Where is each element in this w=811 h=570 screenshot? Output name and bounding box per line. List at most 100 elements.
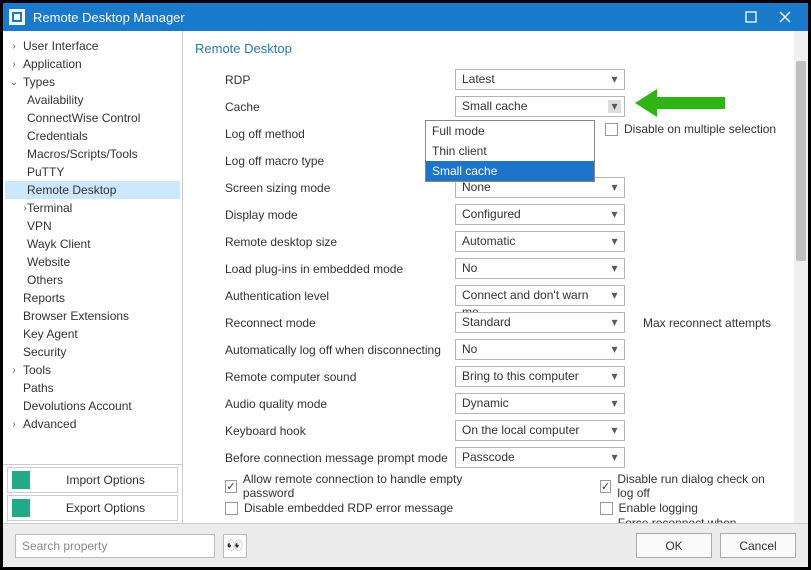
- combo-value: Automatic: [462, 234, 515, 248]
- chevron-down-icon: ▾: [608, 73, 621, 86]
- tree-label: Advanced: [21, 417, 76, 431]
- combo-auth-level[interactable]: Connect and don't warn me▾: [455, 285, 625, 306]
- row-rd-size: Remote desktop sizeAutomatic▾: [225, 228, 782, 255]
- tree-item-key-agent[interactable]: Key Agent: [5, 325, 180, 343]
- tree-item-types[interactable]: ⌄Types: [5, 73, 180, 91]
- combo-plugins[interactable]: No▾: [455, 258, 625, 279]
- combo-cache[interactable]: Small cache ▾: [455, 96, 625, 117]
- label: Keyboard hook: [225, 424, 455, 438]
- tree-label: Macros/Scripts/Tools: [25, 147, 138, 161]
- tree-item-devolutions-account[interactable]: Devolutions Account: [5, 397, 180, 415]
- sidebar: ›User Interface›Application⌄Types Availab…: [3, 31, 183, 523]
- checkbox-label: Disable run dialog check on log off: [617, 472, 782, 500]
- label: Remote desktop size: [225, 235, 455, 249]
- cancel-button[interactable]: Cancel: [720, 533, 796, 558]
- dropdown-option[interactable]: Small cache: [426, 161, 594, 181]
- combo-value: Standard: [462, 315, 511, 329]
- export-label: Export Options: [34, 501, 177, 515]
- checkbox-disable-multiple[interactable]: Disable on multiple selection: [605, 118, 776, 140]
- checkbox-use-smart-reconnect-in-full-screen[interactable]: Use smart reconnect in full screen: [225, 519, 490, 523]
- tree-label: Remote Desktop: [25, 183, 116, 197]
- row-sound: Remote computer soundBring to this compu…: [225, 363, 782, 390]
- combo-auto-logoff[interactable]: No▾: [455, 339, 625, 360]
- highlight-arrow: [635, 89, 725, 117]
- scrollbar-thumb[interactable]: [796, 61, 806, 261]
- dropdown-option[interactable]: Full mode: [426, 121, 594, 141]
- tree-item-terminal[interactable]: ›Terminal: [5, 199, 180, 217]
- label: Display mode: [225, 208, 455, 222]
- combo-rd-size[interactable]: Automatic▾: [455, 231, 625, 252]
- chevron-down-icon: ▾: [608, 343, 621, 356]
- tree-twisty: ⌄: [7, 77, 21, 88]
- label: Automatically log off when disconnecting: [225, 343, 455, 357]
- checkbox-disable-embedded-rdp-error-message[interactable]: Disable embedded RDP error message: [225, 497, 490, 519]
- tree-item-others[interactable]: Others: [5, 271, 180, 289]
- tree-item-remote-desktop[interactable]: Remote Desktop: [5, 181, 180, 199]
- tree-label: PuTTY: [25, 165, 64, 179]
- combo-audio-quality[interactable]: Dynamic▾: [455, 393, 625, 414]
- checkbox-label: Force reconnect when undocking: [618, 516, 782, 523]
- combo-value: Dynamic: [462, 396, 509, 410]
- cache-dropdown[interactable]: Full modeThin clientSmall cache: [425, 120, 595, 182]
- combo-reconnect[interactable]: Standard▾: [455, 312, 625, 333]
- row-before-msg: Before connection message prompt modePas…: [225, 444, 782, 471]
- checkbox-allow-remote-connection-to-handle-empty-[interactable]: ✓Allow remote connection to handle empty…: [225, 475, 490, 497]
- label: Reconnect mode: [225, 316, 455, 330]
- tree-label: VPN: [25, 219, 52, 233]
- tree-item-security[interactable]: Security: [5, 343, 180, 361]
- tree-twisty: ›: [7, 41, 21, 52]
- checkbox-grid: ✓Allow remote connection to handle empty…: [225, 475, 782, 523]
- tree-item-paths[interactable]: Paths: [5, 379, 180, 397]
- checkbox-disable-run-dialog-check-on-log-off[interactable]: ✓Disable run dialog check on log off: [600, 475, 782, 497]
- tree-item-macros-scripts-tools[interactable]: Macros/Scripts/Tools: [5, 145, 180, 163]
- tree-item-browser-extensions[interactable]: Browser Extensions: [5, 307, 180, 325]
- checkbox-label: Disable embedded RDP error message: [244, 501, 453, 515]
- search-placeholder: Search property: [22, 539, 107, 553]
- tree-item-user-interface[interactable]: ›User Interface: [5, 37, 180, 55]
- tree-label: Browser Extensions: [21, 309, 129, 323]
- tree-item-availability[interactable]: Availability: [5, 91, 180, 109]
- titlebar: Remote Desktop Manager: [3, 3, 808, 31]
- maximize-button[interactable]: [734, 3, 768, 31]
- tree-item-wayk-client[interactable]: Wayk Client: [5, 235, 180, 253]
- tree-item-tools[interactable]: ›Tools: [5, 361, 180, 379]
- tree-item-website[interactable]: Website: [5, 253, 180, 271]
- combo-kb-hook[interactable]: On the local computer▾: [455, 420, 625, 441]
- row-reconnect: Reconnect modeStandard▾Max reconnect att…: [225, 309, 782, 336]
- search-button[interactable]: 👀: [223, 534, 247, 558]
- app-icon: [9, 9, 25, 25]
- tree-item-application[interactable]: ›Application: [5, 55, 180, 73]
- checkbox-label: Disable on multiple selection: [624, 122, 776, 136]
- tree-item-reports[interactable]: Reports: [5, 289, 180, 307]
- checkbox-icon: [605, 123, 618, 136]
- tree-item-connectwise-control[interactable]: ConnectWise Control: [5, 109, 180, 127]
- combo-display-mode[interactable]: Configured▾: [455, 204, 625, 225]
- tree-item-credentials[interactable]: Credentials: [5, 127, 180, 145]
- combo-before-msg[interactable]: Passcode▾: [455, 447, 625, 468]
- tree-item-vpn[interactable]: VPN: [5, 217, 180, 235]
- combo-value: On the local computer: [462, 423, 579, 437]
- tree-label: Terminal: [25, 201, 72, 215]
- label: Audio quality mode: [225, 397, 455, 411]
- export-options-button[interactable]: Export Options: [7, 495, 178, 521]
- chevron-down-icon: ▾: [608, 370, 621, 383]
- checkbox-icon: [225, 502, 238, 515]
- checkbox-force-reconnect-when-undocking[interactable]: Force reconnect when undocking: [600, 519, 782, 523]
- combo-sound[interactable]: Bring to this computer▾: [455, 366, 625, 387]
- export-icon: [12, 499, 30, 517]
- tree-twisty: ›: [7, 59, 21, 70]
- dropdown-option[interactable]: Thin client: [426, 141, 594, 161]
- ok-button[interactable]: OK: [636, 533, 712, 558]
- combo-rdp[interactable]: Latest ▾: [455, 69, 625, 90]
- vertical-scrollbar[interactable]: [794, 31, 808, 523]
- checkbox-label: Enable logging: [619, 501, 698, 515]
- import-options-button[interactable]: Import Options: [7, 467, 178, 493]
- import-icon: [12, 471, 30, 489]
- footer: Search property 👀 OK Cancel: [3, 523, 808, 567]
- close-button[interactable]: [768, 3, 802, 31]
- tree-label: Availability: [25, 93, 83, 107]
- tree-item-advanced[interactable]: ›Advanced: [5, 415, 180, 433]
- tree-item-putty[interactable]: PuTTY: [5, 163, 180, 181]
- chevron-down-icon: ▾: [608, 208, 621, 221]
- search-input[interactable]: Search property: [15, 534, 215, 558]
